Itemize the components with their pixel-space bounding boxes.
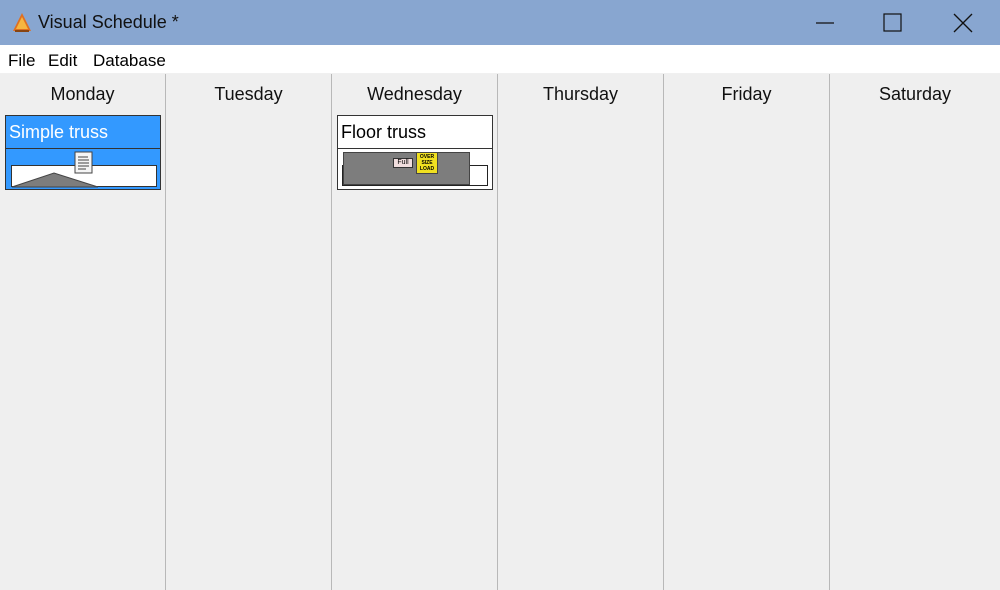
minimize-icon: [816, 22, 834, 24]
day-header-saturday: Saturday: [878, 84, 952, 104]
job-card-floor-truss[interactable]: Floor truss Full OVER SIZE LOAD: [337, 115, 493, 190]
day-column-wednesday[interactable]: Wednesday Floor truss Full OVER SIZE LOA…: [332, 74, 498, 590]
document-icon[interactable]: [74, 151, 94, 175]
day-header-tuesday: Tuesday: [214, 84, 283, 104]
maximize-button[interactable]: [858, 0, 928, 45]
day-header-monday: Monday: [50, 84, 115, 104]
day-header-wednesday: Wednesday: [367, 84, 462, 104]
full-load-badge: Full: [393, 158, 413, 168]
job-card-simple-truss[interactable]: Simple truss: [5, 115, 161, 190]
job-title: Simple truss: [6, 116, 160, 149]
schedule-grid: Monday Simple truss Tuesday Wednesday Fl…: [0, 74, 1000, 590]
title-bar[interactable]: Visual Schedule *: [0, 0, 1000, 45]
oversize-load-badge: OVER SIZE LOAD: [416, 152, 438, 174]
day-header-friday: Friday: [721, 84, 772, 104]
day-header-thursday: Thursday: [542, 84, 619, 104]
menu-file[interactable]: File: [8, 51, 35, 71]
window-title: Visual Schedule *: [38, 12, 179, 32]
job-title: Floor truss: [338, 116, 492, 149]
menu-database[interactable]: Database: [93, 51, 166, 71]
close-icon: [953, 13, 973, 33]
menu-edit[interactable]: Edit: [48, 51, 77, 71]
day-column-tuesday[interactable]: Tuesday: [166, 74, 332, 590]
maximize-icon: [883, 13, 902, 32]
menu-bar: File Edit Database: [0, 45, 1000, 73]
close-button[interactable]: [928, 0, 998, 45]
floor-truss-shape: [343, 152, 470, 185]
day-column-monday[interactable]: Monday Simple truss: [0, 74, 166, 590]
day-column-friday[interactable]: Friday: [664, 74, 830, 590]
minimize-button[interactable]: [790, 0, 860, 45]
app-icon: [11, 11, 33, 33]
day-column-thursday[interactable]: Thursday: [498, 74, 664, 590]
day-column-saturday[interactable]: Saturday: [830, 74, 1000, 590]
